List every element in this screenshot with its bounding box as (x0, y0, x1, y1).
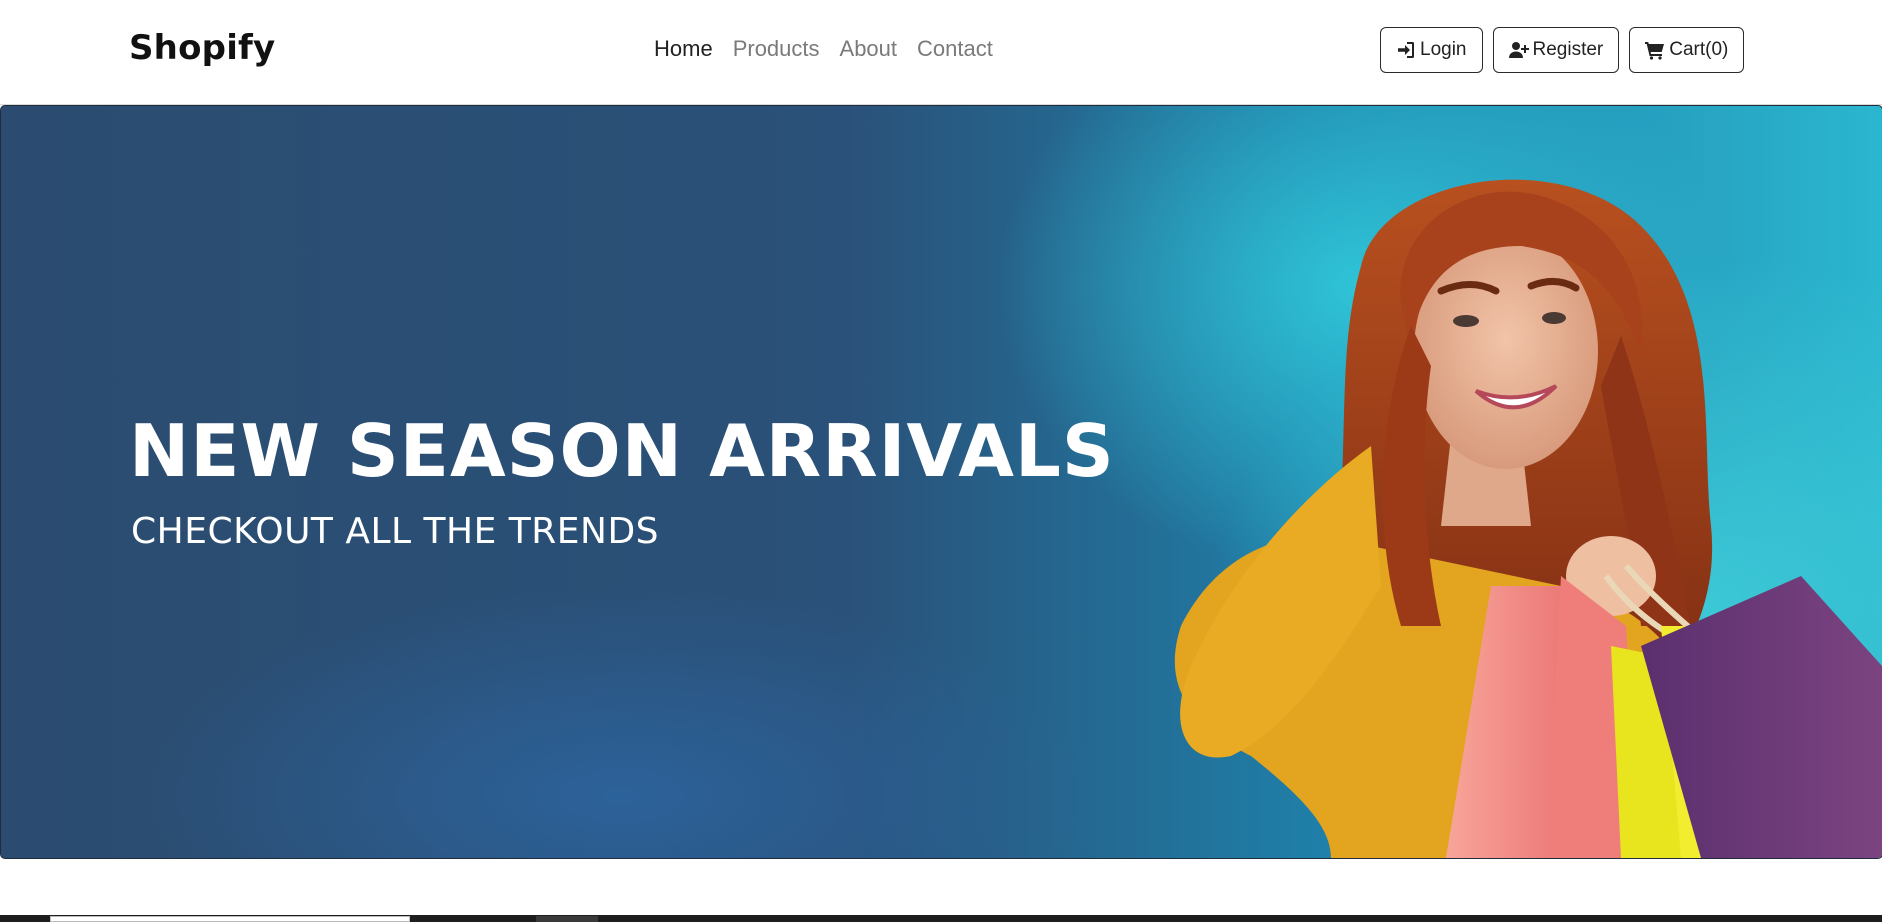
navbar: Shopify Home Products About Contact Logi… (0, 0, 1882, 105)
hero-title: NEW SEASON ARRIVALS (129, 409, 1115, 493)
nav-link-about[interactable]: About (840, 36, 898, 62)
sign-in-icon (1398, 42, 1414, 58)
register-button[interactable]: Register (1492, 27, 1620, 73)
nav-link-contact[interactable]: Contact (917, 36, 993, 62)
nav-buttons: Login Register Cart(0) (1380, 27, 1745, 73)
hero-subtitle: CHECKOUT ALL THE TRENDS (131, 511, 660, 552)
page: Shopify Home Products About Contact Logi… (0, 0, 1882, 922)
cart-button[interactable]: Cart(0) (1629, 27, 1745, 73)
shopping-cart-icon (1645, 42, 1665, 60)
register-label: Register (1532, 39, 1604, 60)
login-label: Login (1420, 39, 1467, 60)
nav-links: Home Products About Contact (654, 36, 993, 62)
cart-label: Cart(0) (1669, 39, 1729, 60)
partial-product-card (50, 916, 410, 922)
user-plus-icon (1508, 42, 1529, 58)
nav-link-products[interactable]: Products (733, 36, 820, 62)
login-button[interactable]: Login (1380, 27, 1483, 73)
partial-element (536, 916, 598, 922)
nav-link-home[interactable]: Home (654, 36, 713, 62)
brand-logo[interactable]: Shopify (129, 28, 275, 68)
hero-banner: NEW SEASON ARRIVALS CHECKOUT ALL THE TRE… (0, 105, 1882, 859)
